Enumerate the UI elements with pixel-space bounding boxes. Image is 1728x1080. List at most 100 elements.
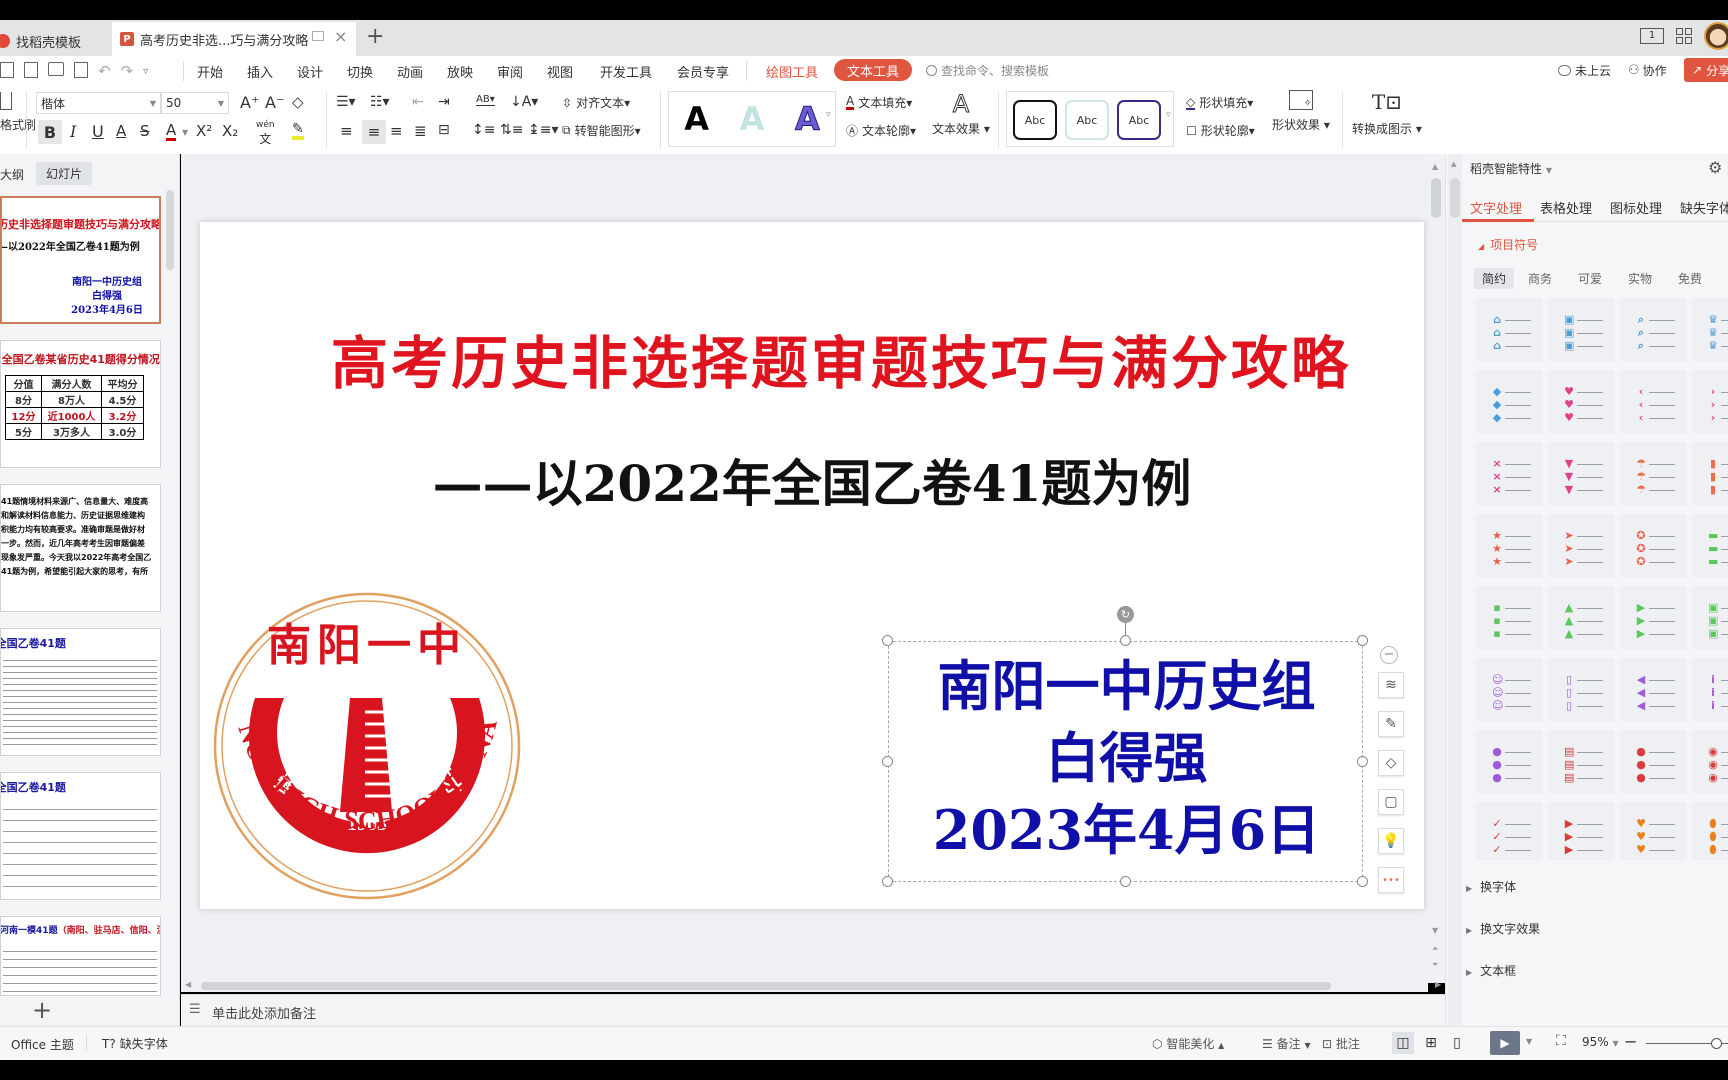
convert-to-diagram-button[interactable]: T⊡ 转换成图示 ▾ (1352, 90, 1422, 137)
menu-developer[interactable]: 开发工具 (600, 62, 652, 81)
bullet-style-search[interactable]: ⌕ ⌕ ⌕ (1620, 298, 1686, 362)
play-slideshow-button[interactable]: ▶ (1490, 1031, 1520, 1055)
slideshow-options-icon[interactable]: ▼ (1526, 1037, 1532, 1046)
thumbnail-scrollbar[interactable] (166, 190, 174, 270)
slide-subtitle[interactable]: ——以2022年全国乙卷41题为例 (200, 444, 1424, 516)
notes-placeholder[interactable]: 单击此处添加备注 (212, 1003, 316, 1022)
text-direction-button[interactable]: AB▾ (476, 94, 495, 106)
section-change-text-effect[interactable]: ▶ 换文字效果 (1466, 920, 1540, 937)
bullet-style-star[interactable]: ★ ★ ★ (1476, 514, 1542, 578)
author-date[interactable]: 2023年4月6日 (889, 794, 1364, 866)
bullet-style-pill[interactable]: ⬮ ⬮ ⬮ (1692, 802, 1728, 860)
prev-slide-icon[interactable]: ⏶ (1432, 944, 1438, 954)
strikethrough-button[interactable]: S (140, 122, 150, 140)
align-text-button[interactable]: ⇳ 对齐文本 ▾ (562, 94, 630, 111)
rotate-handle-icon[interactable]: ↻ (1117, 606, 1134, 623)
redo-icon[interactable]: ↷ (121, 62, 134, 80)
undo-icon[interactable]: ↶ (98, 62, 111, 80)
font-name-select[interactable]: 楷体 ▼ (36, 92, 161, 114)
menu-design[interactable]: 设计 (297, 62, 323, 81)
comments-button[interactable]: ⊡ 批注 (1322, 1035, 1360, 1052)
panel-scrollbar[interactable]: ▲ (1448, 154, 1462, 1026)
bullet-style-pin[interactable]: ● ● ● (1476, 730, 1542, 794)
menu-member[interactable]: 会员专享 (677, 62, 729, 81)
tab-outline[interactable]: 大纲 (0, 166, 24, 183)
tab-docer-templates[interactable]: 找稻壳模板 (0, 26, 81, 56)
sorter-view-button[interactable]: ⊞ (1420, 1032, 1442, 1054)
pinyin-guide-button[interactable]: wén 文 (256, 120, 275, 147)
menu-animations[interactable]: 动画 (397, 62, 423, 81)
menu-text-tools[interactable]: 文本工具 (834, 59, 913, 81)
author-group[interactable]: 南阳一中历史组 (889, 650, 1364, 722)
resize-handle-n[interactable] (1120, 635, 1131, 646)
panel-title-dropdown[interactable]: 稻壳智能特性 ▼ (1470, 160, 1552, 177)
menu-view[interactable]: 视图 (547, 62, 573, 81)
close-tab-icon[interactable]: × (334, 27, 347, 46)
bullet-style-umbrella[interactable]: ☂ ☂ ☂ (1620, 442, 1686, 506)
command-search[interactable]: 查找命令、搜索模板 (926, 62, 1049, 79)
normal-view-button[interactable]: ◫ (1392, 1032, 1414, 1054)
section-bullets-header[interactable]: ◢ 项目符号 (1478, 236, 1538, 253)
export-icon[interactable] (24, 62, 38, 78)
increase-indent-button[interactable]: ⇥ (438, 94, 450, 110)
resize-handle-se[interactable] (1357, 876, 1368, 887)
decrease-font-icon[interactable]: A⁻ (265, 93, 284, 112)
save-icon[interactable] (0, 62, 14, 78)
tab-text-processing[interactable]: 文字处理 (1470, 198, 1522, 217)
bullet-style-wallet[interactable]: ▣ ▣ ▣ (1548, 298, 1614, 362)
next-slide-icon[interactable]: ⏷ (1432, 960, 1438, 970)
align-center-button[interactable]: ≡ (362, 120, 386, 144)
category-cute[interactable]: 可爱 (1578, 270, 1602, 287)
pin-icon[interactable] (312, 31, 324, 41)
resize-handle-w[interactable] (882, 756, 893, 767)
bullet-style-mic[interactable]: ▮ ▮ ▮ (1692, 442, 1728, 506)
scroll-right-icon[interactable]: ▶ (1435, 980, 1441, 989)
menu-transitions[interactable]: 切换 (347, 62, 373, 81)
layers-icon[interactable]: ≋ (1378, 672, 1404, 698)
notes-toggle-button[interactable]: ☰ 备注 ▼ (1262, 1035, 1311, 1052)
collapse-toolbar-icon[interactable]: − (1380, 646, 1398, 664)
category-free[interactable]: 免费 (1678, 270, 1702, 287)
resize-handle-e[interactable] (1357, 756, 1368, 767)
sidebar-toggle-button[interactable]: 1 (1640, 28, 1664, 44)
bullet-style-video[interactable]: ▶ ▶ ▶ (1620, 586, 1686, 650)
scroll-left-icon[interactable]: ◀ (185, 980, 191, 989)
shape-style-purple[interactable]: Abc (1117, 100, 1161, 140)
menu-home[interactable]: 开始 (197, 62, 223, 81)
highlight-button[interactable]: ✎ (292, 122, 304, 140)
menu-review[interactable]: 审阅 (497, 62, 523, 81)
bullet-style-camera[interactable]: ▪ ▪ ▪ (1476, 586, 1542, 650)
bullet-style-cart[interactable]: ▣ ▣ ▣ (1692, 586, 1728, 650)
text-fill-button[interactable]: A 文本填充 ▾ (846, 94, 912, 111)
theme-label[interactable]: Office 主题 (11, 1036, 74, 1053)
bullet-style-info[interactable]: iii (1692, 658, 1728, 722)
zoom-out-button[interactable]: − (1624, 1032, 1637, 1051)
scroll-thumb[interactable] (1431, 178, 1441, 218)
scroll-up-icon[interactable]: ▲ (1432, 162, 1438, 171)
bullet-style-x-circle[interactable]: × × × (1476, 442, 1542, 506)
author-name[interactable]: 白得强 (889, 722, 1364, 794)
wordart-style-purple[interactable]: A (794, 100, 820, 139)
shape-effect-button[interactable]: ✧ 形状效果 ▾ (1272, 90, 1330, 133)
shape-style-teal[interactable]: Abc (1065, 100, 1109, 140)
add-slide-button[interactable]: + (32, 996, 52, 1024)
slide-thumbnail-1[interactable]: 高考历史非选择题审题技巧与满分攻略 ——以2022年全国乙卷41题为例 南阳一中… (0, 196, 161, 324)
category-business[interactable]: 商务 (1528, 270, 1552, 287)
distribute-button[interactable]: ⊟ (438, 122, 450, 138)
bullet-style-shirt[interactable]: ▼ ▼ ▼ (1548, 442, 1614, 506)
shape-style-black[interactable]: Abc (1013, 100, 1057, 140)
pen-icon[interactable]: ✎ (1378, 711, 1404, 737)
slide-title[interactable]: 高考历史非选择题审题技巧与满分攻略 (256, 318, 1426, 400)
tab-table-processing[interactable]: 表格处理 (1540, 198, 1592, 217)
superscript-button[interactable]: X² (196, 122, 212, 140)
slide-thumbnail-4[interactable]: 2022全国乙卷41题 (0, 628, 161, 756)
new-tab-button[interactable]: + (366, 24, 384, 49)
bullet-style-chat[interactable]: ▬ ▬ ▬ (1692, 514, 1728, 578)
slide-thumbnail-6[interactable]: 2023河南一模41题（南阳、驻马店、信阳、漯河、周口） (0, 916, 161, 996)
tab-icon-processing[interactable]: 图标处理 (1610, 198, 1662, 217)
smart-beautify-button[interactable]: ⬡ 智能美化 ▲ (1152, 1035, 1224, 1052)
increase-font-icon[interactable]: A⁺ (240, 93, 259, 112)
scroll-thumb[interactable] (1450, 178, 1460, 218)
text-outline-button[interactable]: Ⓐ 文本轮廓 ▾ (846, 122, 916, 139)
current-slide[interactable]: 高考历史非选择题审题技巧与满分攻略 ——以2022年全国乙卷41题为例 1903… (200, 222, 1424, 909)
